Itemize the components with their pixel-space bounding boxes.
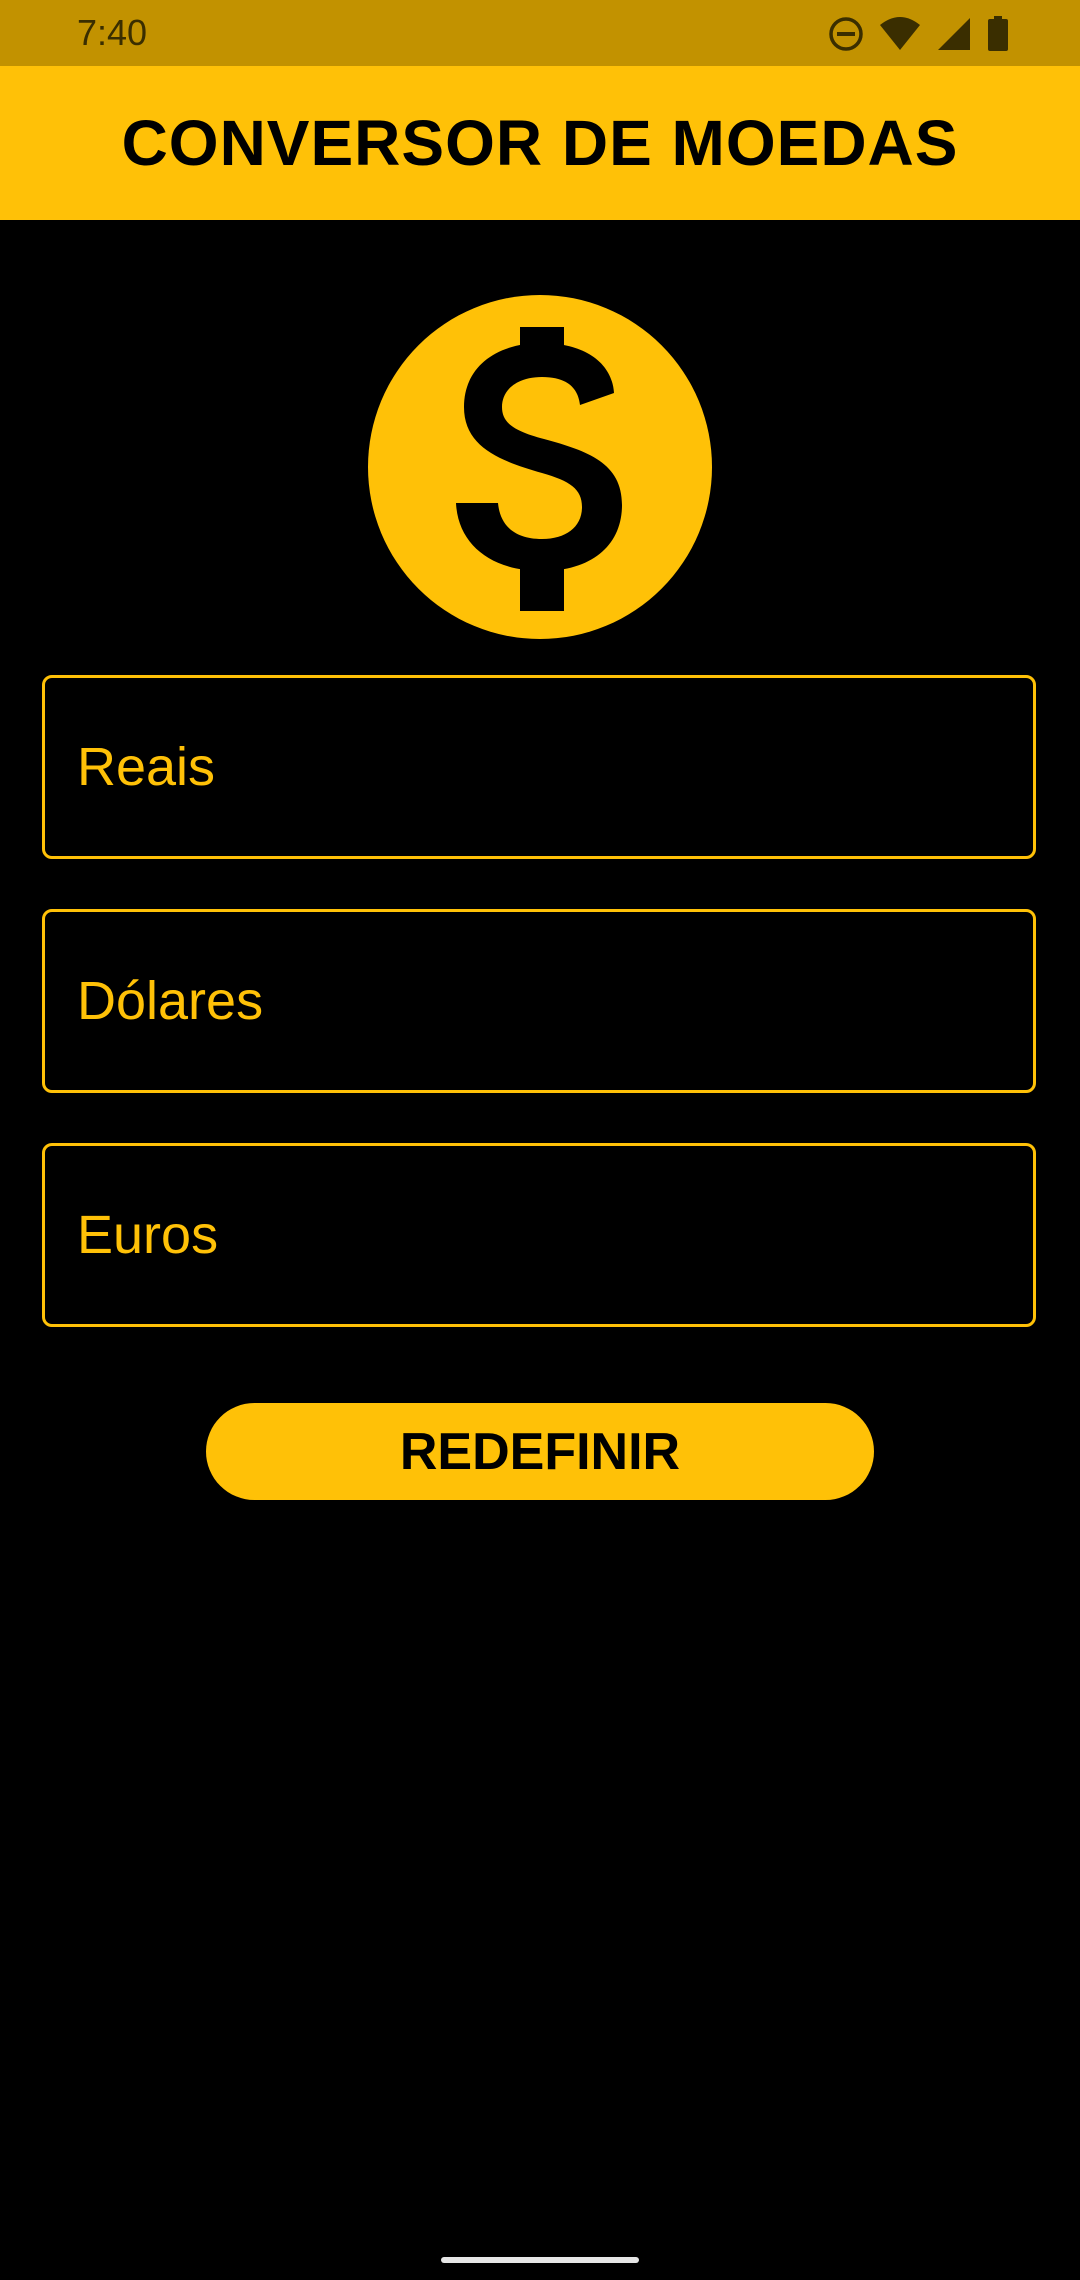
euros-field[interactable] xyxy=(42,1143,1036,1327)
cell-signal-icon xyxy=(936,14,972,54)
reais-field[interactable] xyxy=(42,675,1036,859)
do-not-disturb-icon xyxy=(828,14,864,54)
status-bar: 7:40 xyxy=(0,0,1080,66)
app-title: CONVERSOR DE MOEDAS xyxy=(121,107,959,179)
app-screen: 7:40 CONVERSOR DE MOEDAS Reais Dólares E… xyxy=(0,0,1080,2280)
dolares-field[interactable] xyxy=(42,909,1036,1093)
reais-input[interactable] xyxy=(45,678,1033,856)
dollar-coin-icon xyxy=(368,295,712,639)
gesture-nav-handle[interactable] xyxy=(441,2257,639,2263)
battery-icon xyxy=(986,14,1010,54)
status-time: 7:40 xyxy=(77,12,148,53)
dolares-input[interactable] xyxy=(45,912,1033,1090)
status-icons xyxy=(828,14,1010,54)
app-bar: CONVERSOR DE MOEDAS xyxy=(0,66,1080,220)
reset-button[interactable]: REDEFINIR xyxy=(206,1403,874,1500)
euros-input[interactable] xyxy=(45,1146,1033,1324)
wifi-icon xyxy=(878,14,922,54)
